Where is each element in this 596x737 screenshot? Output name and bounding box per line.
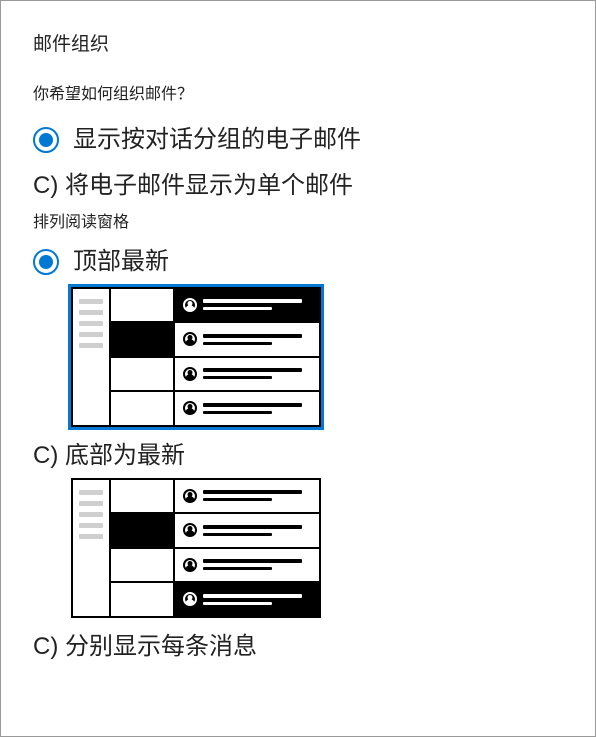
reading-pane-label: 排列阅读窗格 [33, 208, 563, 232]
reading-pane-preview-bottom[interactable] [71, 478, 563, 618]
reading-pane-option-top[interactable]: 顶部最新 [33, 248, 563, 277]
radio-selected-icon [33, 127, 59, 153]
organize-option-single[interactable]: C) 将电子邮件显示为单个邮件 [33, 165, 563, 200]
reading-pane-preview-top[interactable] [71, 287, 563, 427]
reading-pane-option-bottom[interactable]: C) 底部为最新 [33, 435, 563, 470]
radio-selected-icon [33, 249, 59, 275]
organize-option-grouped-label: 显示按对话分组的电子邮件 [73, 126, 361, 155]
section-title: 邮件组织 [33, 29, 563, 56]
layout-preview-icon [71, 478, 321, 618]
organize-question: 你希望如何组织邮件？ [33, 80, 563, 104]
reading-pane-option-separate[interactable]: C) 分别显示每条消息 [33, 626, 563, 661]
layout-preview-icon [71, 287, 321, 427]
organize-option-grouped[interactable]: 显示按对话分组的电子邮件 [33, 126, 563, 155]
reading-pane-option-top-label: 顶部最新 [73, 248, 169, 277]
